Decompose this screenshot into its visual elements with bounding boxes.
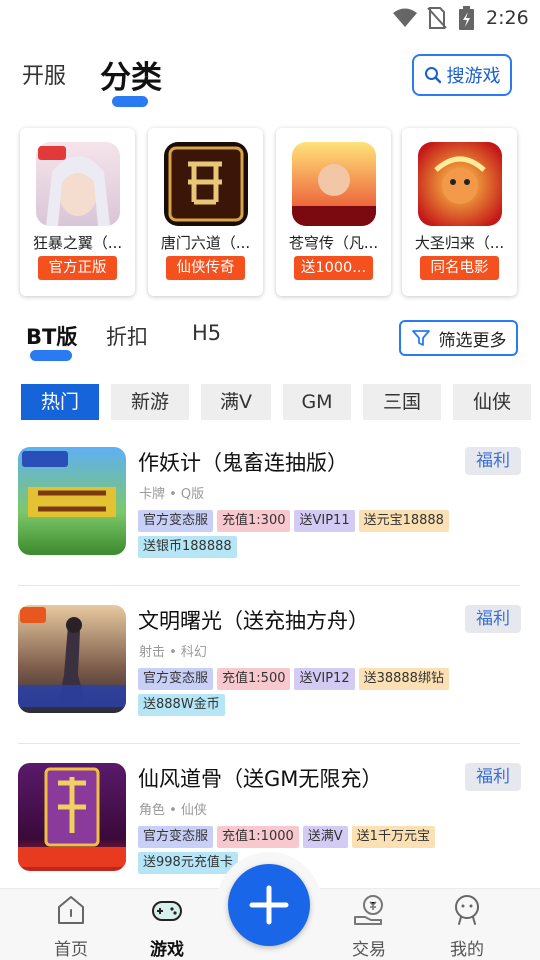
game-tag: 官方变态服 bbox=[138, 668, 214, 690]
nav-label: 首页 bbox=[54, 940, 88, 960]
game-meta: 角色 • 仙侠 bbox=[139, 803, 207, 818]
nav-label: 游戏 bbox=[150, 940, 184, 960]
welfare-badge[interactable]: 福利 bbox=[465, 447, 521, 475]
filter-more-label: 筛选更多 bbox=[438, 330, 507, 351]
wifi-icon bbox=[393, 8, 417, 27]
game-title: 仙风道骨（送GM无限充） bbox=[138, 767, 383, 791]
featured-card[interactable]: 苍穹传（凡... 送1000... bbox=[276, 128, 391, 296]
add-fab-button[interactable] bbox=[228, 864, 310, 946]
game-tag: 送998元充值卡 bbox=[138, 852, 238, 874]
game-title: 文明曙光（送充抽方舟） bbox=[138, 609, 369, 633]
game-meta: 射击 • 科幻 bbox=[139, 645, 207, 660]
game-tags: 官方变态服 充值1:300 送VIP11 送元宝18888 送银币188888 bbox=[138, 510, 458, 558]
active-subtab-indicator bbox=[30, 350, 72, 361]
home-icon bbox=[58, 896, 84, 924]
featured-card-tag: 仙侠传奇 bbox=[166, 256, 245, 280]
tab-bt[interactable]: BT版 bbox=[26, 321, 77, 351]
nav-label: 我的 bbox=[450, 940, 484, 960]
category-chip-new[interactable]: 新游 bbox=[111, 384, 189, 420]
nav-profile[interactable]: 我的 bbox=[432, 889, 502, 960]
game-tag: 送元宝18888 bbox=[358, 510, 449, 532]
featured-card[interactable]: 大圣归来（... 同名电影 bbox=[402, 128, 517, 296]
status-bar: 2:26 bbox=[0, 0, 540, 36]
game-tag: 充值1:300 bbox=[217, 510, 291, 532]
gamepad-icon bbox=[152, 901, 182, 921]
plus-icon bbox=[249, 885, 289, 925]
game-cover-image bbox=[36, 142, 120, 226]
featured-card-name: 大圣归来（... bbox=[414, 234, 505, 252]
filter-icon bbox=[411, 330, 430, 346]
search-games-button[interactable]: 搜游戏 bbox=[412, 54, 512, 96]
game-tag: 充值1:1000 bbox=[217, 826, 299, 848]
filter-more-button[interactable]: 筛选更多 bbox=[399, 320, 518, 356]
game-cover-image bbox=[292, 142, 376, 226]
search-games-label: 搜游戏 bbox=[446, 66, 501, 87]
game-cover-image bbox=[164, 142, 248, 226]
nav-trade[interactable]: 交易 bbox=[334, 889, 404, 960]
active-tab-indicator bbox=[112, 96, 148, 107]
welfare-badge[interactable]: 福利 bbox=[465, 605, 521, 633]
no-sim-icon bbox=[427, 7, 447, 29]
game-cover-image bbox=[18, 763, 126, 871]
featured-card-name: 狂暴之翼（... bbox=[32, 234, 123, 252]
game-tag: 官方变态服 bbox=[138, 826, 214, 848]
nav-games[interactable]: 游戏 bbox=[132, 889, 202, 960]
tab-h5[interactable]: H5 bbox=[192, 321, 221, 345]
game-tag: 送1千万元宝 bbox=[351, 826, 435, 848]
featured-card-tag: 同名电影 bbox=[420, 256, 499, 280]
tab-discount[interactable]: 折扣 bbox=[106, 321, 148, 351]
game-tag: 官方变态服 bbox=[138, 510, 214, 532]
nav-home[interactable]: 首页 bbox=[36, 889, 106, 960]
game-tag: 充值1:500 bbox=[217, 668, 291, 690]
status-time: 2:26 bbox=[486, 7, 529, 29]
game-tag: 送888W金币 bbox=[138, 694, 225, 716]
divider bbox=[18, 585, 520, 586]
featured-card[interactable]: 狂暴之翼（... 官方正版 bbox=[20, 128, 135, 296]
game-tags: 官方变态服 充值1:500 送VIP12 送38888绑钻 送888W金币 bbox=[138, 668, 458, 716]
divider bbox=[18, 743, 520, 744]
category-chip-xianxia[interactable]: 仙侠 bbox=[453, 384, 531, 420]
game-cover-image bbox=[418, 142, 502, 226]
featured-card-tag: 送1000... bbox=[294, 256, 373, 280]
game-tag: 送VIP12 bbox=[294, 668, 355, 690]
game-cover-image bbox=[18, 447, 126, 555]
featured-card-name: 唐门六道（... bbox=[160, 234, 251, 252]
battery-charging-icon bbox=[459, 6, 474, 30]
welfare-badge[interactable]: 福利 bbox=[465, 763, 521, 791]
tab-fenlei[interactable]: 分类 bbox=[100, 52, 162, 97]
trade-icon bbox=[354, 895, 383, 925]
tab-kaifu[interactable]: 开服 bbox=[22, 58, 66, 90]
category-chip-sanguo[interactable]: 三国 bbox=[363, 384, 441, 420]
game-list-item[interactable]: 作妖计（鬼畜连抽版） 卡牌 • Q版 福利 官方变态服 充值1:300 送VIP… bbox=[0, 447, 540, 597]
category-chip-fullv[interactable]: 满V bbox=[201, 384, 271, 420]
game-tag: 送银币188888 bbox=[138, 536, 237, 558]
featured-card[interactable]: 唐门六道（... 仙侠传奇 bbox=[148, 128, 263, 296]
category-chip-hot[interactable]: 热门 bbox=[21, 384, 99, 420]
game-cover-image bbox=[18, 605, 126, 713]
game-title: 作妖计（鬼畜连抽版） bbox=[138, 451, 348, 475]
game-tag: 送满V bbox=[302, 826, 348, 848]
nav-label: 交易 bbox=[352, 940, 386, 960]
category-chip-gm[interactable]: GM bbox=[283, 384, 351, 420]
game-meta: 卡牌 • Q版 bbox=[139, 487, 205, 502]
game-tag: 送VIP11 bbox=[294, 510, 355, 532]
profile-icon bbox=[455, 895, 479, 925]
game-tag: 送38888绑钻 bbox=[358, 668, 449, 690]
featured-card-name: 苍穹传（凡... bbox=[288, 234, 379, 252]
game-list-item[interactable]: 文明曙光（送充抽方舟） 射击 • 科幻 福利 官方变态服 充值1:500 送VI… bbox=[0, 605, 540, 755]
search-icon bbox=[424, 67, 441, 84]
featured-card-tag: 官方正版 bbox=[38, 256, 117, 280]
